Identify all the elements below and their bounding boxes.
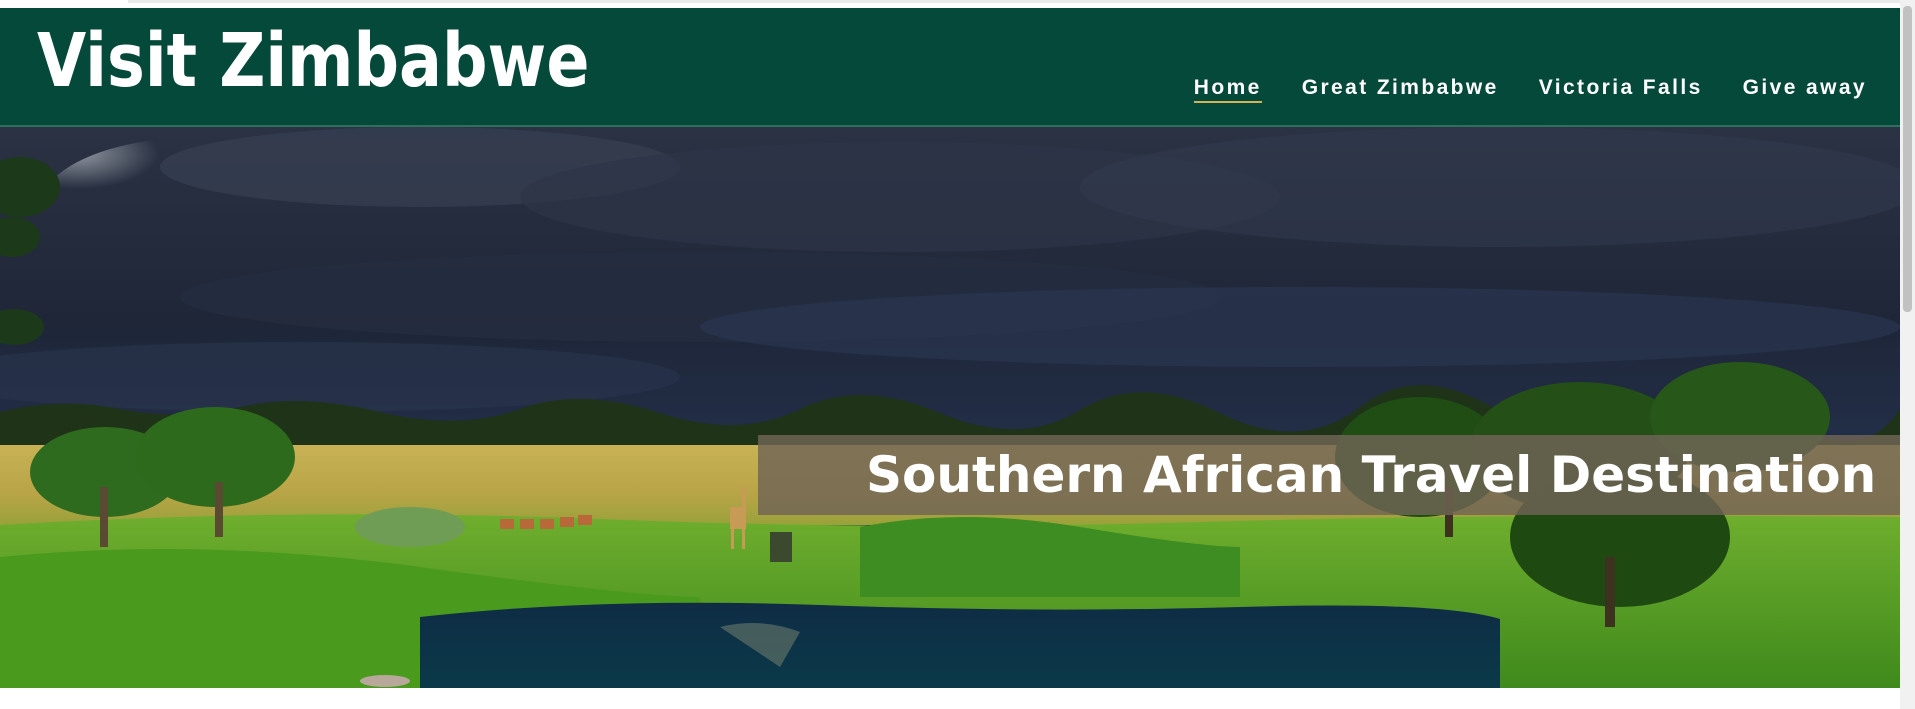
nav-item-home[interactable]: Home — [1193, 77, 1262, 103]
hero-landscape-image — [0, 127, 1900, 688]
page-scrollbar[interactable] — [1900, 0, 1915, 709]
nav-item-give-away[interactable]: Give away — [1743, 77, 1867, 103]
site-header: Visit Zimbabwe Home Great Zimbabwe Victo… — [0, 8, 1900, 127]
top-strip — [0, 0, 1900, 8]
main-nav: Home Great Zimbabwe Victoria Falls Give … — [1193, 77, 1867, 103]
scrollbar-thumb[interactable] — [1903, 6, 1912, 312]
site-title[interactable]: Visit Zimbabwe — [37, 24, 590, 98]
nav-item-great-zimbabwe[interactable]: Great Zimbabwe — [1302, 77, 1499, 103]
hero-banner: Southern African Travel Destination — [0, 127, 1900, 688]
nav-item-victoria-falls[interactable]: Victoria Falls — [1539, 77, 1703, 103]
hero-caption-box: Southern African Travel Destination — [758, 435, 1900, 515]
top-strip-divider — [128, 0, 1900, 3]
hero-caption: Southern African Travel Destination — [866, 446, 1877, 504]
